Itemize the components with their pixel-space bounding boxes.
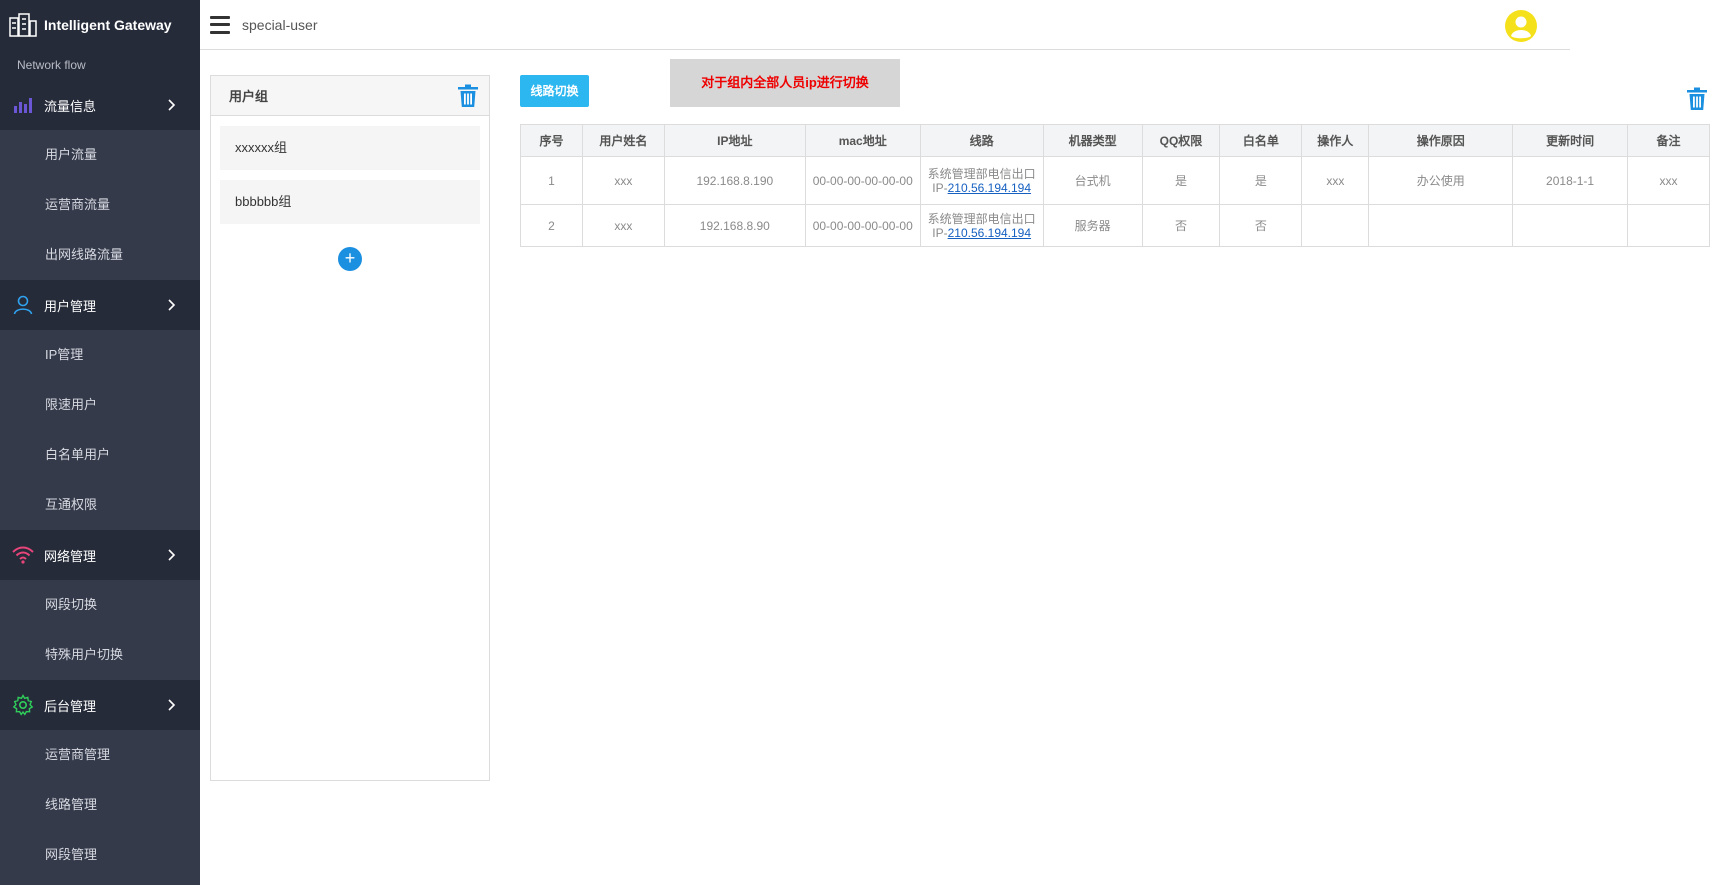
user-table: 序号 用户姓名 IP地址 mac地址 线路 机器类型 QQ权限 白名单 操作人 … xyxy=(520,124,1710,247)
line-ip-link[interactable]: 210.56.194.194 xyxy=(948,226,1031,240)
column-header: 白名单 xyxy=(1219,124,1303,157)
page-title: special-user xyxy=(242,16,318,33)
sidebar-item-carrier-traffic[interactable]: 运营商流量 xyxy=(0,180,200,230)
cell-no: 1 xyxy=(520,156,583,205)
sidebar-group-traffic[interactable]: 流量信息 xyxy=(0,80,200,130)
sidebar-item-rate-limited[interactable]: 限速用户 xyxy=(0,380,200,430)
gear-icon xyxy=(12,694,34,716)
building-icon xyxy=(9,13,37,37)
cell-whitelist: 是 xyxy=(1219,156,1303,205)
line-prefix: IP- xyxy=(932,225,948,240)
chevron-right-icon xyxy=(168,99,176,111)
sidebar-group-admin[interactable]: 后台管理 xyxy=(0,680,200,730)
wifi-icon xyxy=(12,544,34,566)
table-row[interactable]: 1 xxx 192.168.8.190 00-00-00-00-00-00 系统… xyxy=(520,156,1710,205)
line-switch-button[interactable]: 线路切换 xyxy=(520,75,589,107)
cell-updated xyxy=(1512,204,1629,247)
hamburger-menu-icon[interactable] xyxy=(210,15,230,34)
cell-operator xyxy=(1301,204,1370,247)
section-label: Network flow xyxy=(0,50,200,80)
sidebar-group-label: 后台管理 xyxy=(44,698,97,714)
switch-tooltip: 对于组内全部人员ip进行切换 xyxy=(670,59,900,107)
column-header: 用户姓名 xyxy=(581,124,665,157)
cell-note: xxx xyxy=(1627,156,1710,205)
chevron-right-icon xyxy=(168,299,176,311)
user-group-panel: 用户组 xxxxxx组 bbbbbb组 + xyxy=(210,75,490,781)
sidebar-group-label: 网络管理 xyxy=(44,548,97,564)
cell-mac: 00-00-00-00-00-00 xyxy=(804,204,921,247)
cell-name: xxx xyxy=(581,204,665,247)
app: Intelligent Gateway Network flow 流量信息 用户… xyxy=(0,0,1725,885)
cell-line: 系统管理部电信出口 IP-210.56.194.194 xyxy=(919,156,1044,205)
table-header-row: 序号 用户姓名 IP地址 mac地址 线路 机器类型 QQ权限 白名单 操作人 … xyxy=(520,124,1710,157)
column-header: QQ权限 xyxy=(1141,124,1221,157)
column-header: 更新时间 xyxy=(1512,124,1629,157)
sidebar-item-line-management[interactable]: 线路管理 xyxy=(0,780,200,830)
column-header: mac地址 xyxy=(804,124,921,157)
brand-title: Intelligent Gateway xyxy=(44,17,172,33)
sidebar-item-segment-management[interactable]: 网段管理 xyxy=(0,830,200,880)
line-name: 系统管理部电信出口 xyxy=(927,211,1036,226)
line-name: 系统管理部电信出口 xyxy=(927,166,1036,181)
group-item[interactable]: xxxxxx组 xyxy=(220,126,480,170)
sidebar-item-segment-switch[interactable]: 网段切换 xyxy=(0,580,200,630)
cell-updated: 2018-1-1 xyxy=(1512,156,1629,205)
sidebar-group-label: 流量信息 xyxy=(44,98,97,114)
line-ip-wrap: IP-210.56.194.194 xyxy=(921,226,1043,240)
sidebar-item-carrier-management[interactable]: 运营商管理 xyxy=(0,730,200,780)
brand[interactable]: Intelligent Gateway xyxy=(0,0,200,50)
line-prefix: IP- xyxy=(932,180,948,195)
cell-reason: 办公使用 xyxy=(1368,156,1514,205)
cell-ip: 192.168.8.190 xyxy=(663,156,806,205)
bar-chart-icon xyxy=(12,94,34,116)
cell-name: xxx xyxy=(581,156,665,205)
column-header: 操作原因 xyxy=(1368,124,1514,157)
user-icon xyxy=(12,294,34,316)
table-row[interactable]: 2 xxx 192.168.8.90 00-00-00-00-00-00 系统管… xyxy=(520,204,1710,247)
avatar[interactable] xyxy=(1504,9,1538,43)
cell-reason xyxy=(1368,204,1514,247)
sidebar-item-user-traffic[interactable]: 用户流量 xyxy=(0,130,200,180)
trash-icon[interactable] xyxy=(1686,87,1708,111)
line-ip-link[interactable]: 210.56.194.194 xyxy=(948,181,1031,195)
sidebar: Intelligent Gateway Network flow 流量信息 用户… xyxy=(0,0,200,885)
line-ip-wrap: IP-210.56.194.194 xyxy=(921,181,1043,195)
sidebar-item-special-user-switch[interactable]: 特殊用户切换 xyxy=(0,630,200,680)
trash-icon[interactable] xyxy=(457,84,479,108)
cell-line: 系统管理部电信出口 IP-210.56.194.194 xyxy=(919,204,1044,247)
sidebar-group-network[interactable]: 网络管理 xyxy=(0,530,200,580)
panel-title: 用户组 xyxy=(229,89,269,104)
cell-qq: 是 xyxy=(1141,156,1221,205)
cell-qq: 否 xyxy=(1141,204,1221,247)
sidebar-group-users[interactable]: 用户管理 xyxy=(0,280,200,330)
column-header: 备注 xyxy=(1627,124,1710,157)
sidebar-item-interconnect[interactable]: 互通权限 xyxy=(0,480,200,530)
sidebar-item-ip-management[interactable]: IP管理 xyxy=(0,330,200,380)
chevron-right-icon xyxy=(168,549,176,561)
sidebar-group-label: 用户管理 xyxy=(44,298,97,314)
column-header: IP地址 xyxy=(663,124,806,157)
chevron-right-icon xyxy=(168,699,176,711)
cell-machine: 台式机 xyxy=(1042,156,1143,205)
cell-note xyxy=(1627,204,1710,247)
column-header: 机器类型 xyxy=(1042,124,1143,157)
cell-operator: xxx xyxy=(1301,156,1370,205)
cell-ip: 192.168.8.90 xyxy=(663,204,806,247)
column-header: 操作人 xyxy=(1301,124,1370,157)
cell-mac: 00-00-00-00-00-00 xyxy=(804,156,921,205)
panel-header: 用户组 xyxy=(211,76,489,116)
sidebar-item-whitelist[interactable]: 白名单用户 xyxy=(0,430,200,480)
column-header: 线路 xyxy=(919,124,1044,157)
cell-no: 2 xyxy=(520,204,583,247)
add-group-button[interactable]: + xyxy=(338,247,362,271)
column-header: 序号 xyxy=(520,124,583,157)
cell-machine: 服务器 xyxy=(1042,204,1143,247)
cell-whitelist: 否 xyxy=(1219,204,1303,247)
topbar: special-user xyxy=(200,0,1570,50)
group-item[interactable]: bbbbbb组 xyxy=(220,180,480,224)
sidebar-item-egress-traffic[interactable]: 出网线路流量 xyxy=(0,230,200,280)
